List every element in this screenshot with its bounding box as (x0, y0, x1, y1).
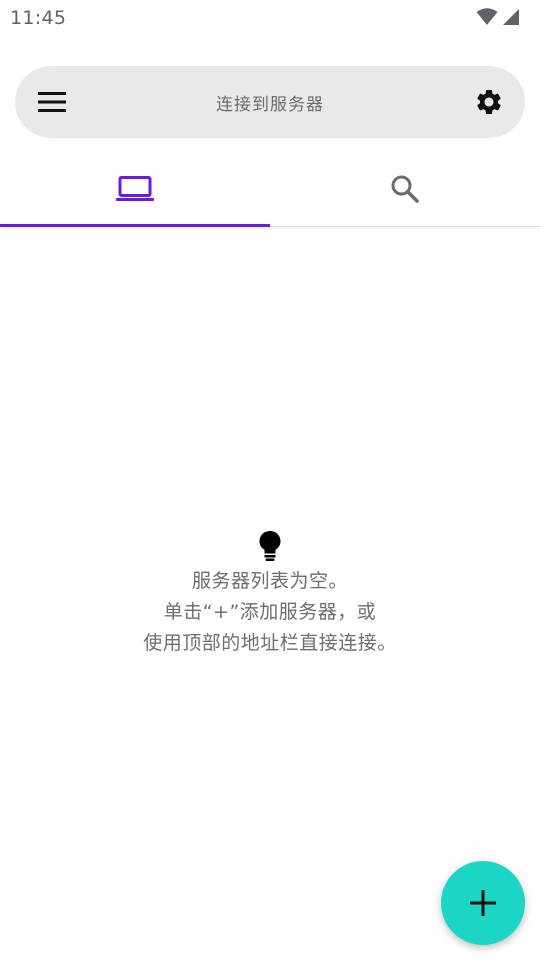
tab-search[interactable] (270, 152, 540, 226)
lightbulb-icon (259, 531, 281, 561)
empty-message-line-3: 使用顶部的地址栏直接连接。 (143, 632, 397, 654)
empty-message-line-1: 服务器列表为空。 (191, 570, 348, 592)
menu-button[interactable] (37, 87, 67, 117)
status-time: 11:45 (10, 7, 67, 29)
add-icon (470, 890, 496, 916)
add-server-button[interactable] (441, 861, 525, 945)
search-bar[interactable]: 连接到服务器 (15, 66, 525, 138)
app-screen: 11:45 连接到服务器 服务器列表为空。 单击“+”添加服务器，或 使用顶部的… (0, 0, 540, 960)
search-input[interactable]: 连接到服务器 (85, 90, 455, 115)
laptop-icon (116, 176, 154, 201)
settings-button[interactable] (473, 86, 505, 118)
status-icons (476, 8, 520, 26)
wifi-icon (476, 8, 498, 25)
settings-gear-icon (477, 90, 501, 114)
tab-selected-indicator (0, 224, 270, 227)
status-bar: 11:45 (0, 0, 540, 38)
tab-bar (0, 152, 540, 227)
tab-servers[interactable] (0, 152, 270, 226)
menu-icon (38, 92, 66, 112)
empty-state: 服务器列表为空。 单击“+”添加服务器，或 使用顶部的地址栏直接连接。 (0, 530, 540, 659)
search-icon (391, 175, 419, 203)
cellular-signal-icon (503, 9, 519, 25)
empty-message-line-2: 单击“+”添加服务器，或 (163, 601, 377, 623)
